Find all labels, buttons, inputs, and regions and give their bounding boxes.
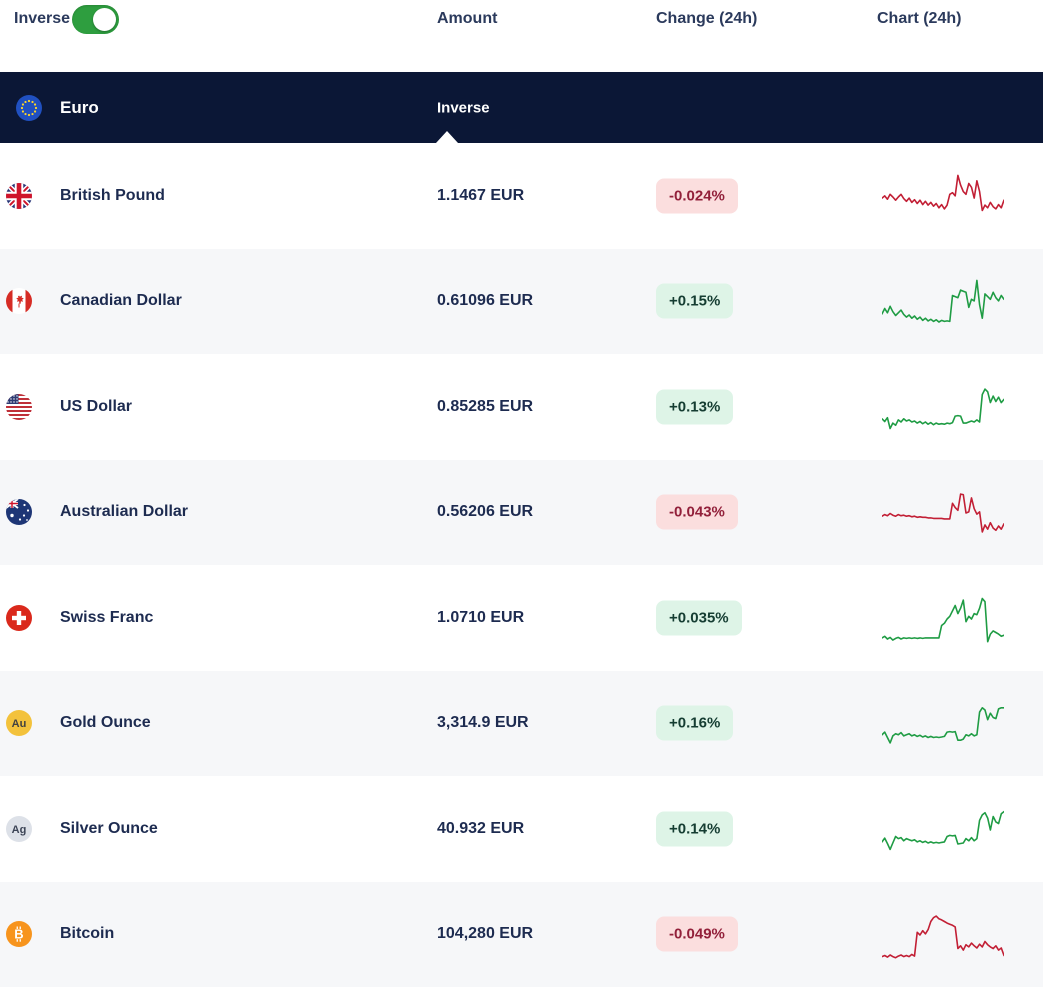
column-header-amount: Amount [437, 10, 497, 28]
table-header-bar: Inverse Amount Change (24h) Chart (24h) [0, 0, 1043, 72]
change-badge: -0.024% [656, 178, 738, 213]
ca-flag-icon [6, 288, 32, 314]
base-currency-header: Euro Inverse [0, 72, 1043, 143]
inverse-toggle[interactable] [72, 5, 119, 34]
sparkline-chart [882, 902, 1004, 966]
svg-text:Ag: Ag [12, 824, 27, 836]
currency-name: Bitcoin [60, 925, 114, 943]
eu-flag-icon [16, 95, 42, 121]
gb-flag-icon [6, 183, 32, 209]
amount-value: 3,314.9 EUR [437, 714, 529, 732]
silver-icon: Ag [6, 816, 32, 842]
currency-name: Australian Dollar [60, 503, 188, 521]
change-badge: +0.15% [656, 284, 733, 319]
change-badge: -0.043% [656, 495, 738, 530]
change-badge: +0.035% [656, 600, 742, 635]
currency-row[interactable]: Swiss Franc 1.0710 EUR +0.035% [0, 565, 1043, 671]
currency-name: Swiss Franc [60, 609, 153, 627]
svg-text:B: B [14, 927, 23, 942]
amount-value: 0.61096 EUR [437, 292, 533, 310]
currency-name: Gold Ounce [60, 714, 151, 732]
selected-column-notch [436, 131, 458, 143]
bitcoin-icon: B [6, 921, 32, 947]
us-flag-icon [6, 394, 32, 420]
column-header-chart: Chart (24h) [877, 10, 961, 28]
currency-name: Canadian Dollar [60, 292, 182, 310]
currency-rows: British Pound 1.1467 EUR -0.024% Canadia… [0, 143, 1043, 987]
currency-row[interactable]: B Bitcoin 104,280 EUR -0.049% [0, 882, 1043, 987]
sparkline-chart [882, 480, 1004, 544]
sparkline-chart [882, 797, 1004, 861]
currency-row[interactable]: Au Gold Ounce 3,314.9 EUR +0.16% [0, 671, 1043, 777]
amount-value: 104,280 EUR [437, 925, 533, 943]
currency-row[interactable]: Canadian Dollar 0.61096 EUR +0.15% [0, 249, 1043, 355]
amount-value: 1.1467 EUR [437, 187, 524, 205]
base-currency-name: Euro [60, 98, 99, 118]
sparkline-chart [882, 586, 1004, 650]
sparkline-chart [882, 691, 1004, 755]
currency-row[interactable]: Australian Dollar 0.56206 EUR -0.043% [0, 460, 1043, 566]
currency-name: US Dollar [60, 398, 132, 416]
toggle-knob [93, 8, 116, 31]
currency-name: Silver Ounce [60, 820, 158, 838]
au-flag-icon [6, 499, 32, 525]
sparkline-chart [882, 375, 1004, 439]
change-badge: -0.049% [656, 917, 738, 952]
inverse-toggle-label: Inverse [14, 10, 70, 28]
column-header-change: Change (24h) [656, 10, 757, 28]
amount-value: 0.56206 EUR [437, 503, 533, 521]
amount-value: 0.85285 EUR [437, 398, 533, 416]
change-badge: +0.13% [656, 389, 733, 424]
base-column-value: Inverse [437, 99, 490, 116]
exchange-rates-widget: Inverse Amount Change (24h) Chart (24h) … [0, 0, 1043, 966]
amount-value: 1.0710 EUR [437, 609, 524, 627]
currency-row[interactable]: British Pound 1.1467 EUR -0.024% [0, 143, 1043, 249]
gold-icon: Au [6, 710, 32, 736]
amount-value: 40.932 EUR [437, 820, 524, 838]
currency-row[interactable]: Ag Silver Ounce 40.932 EUR +0.14% [0, 776, 1043, 882]
sparkline-chart [882, 269, 1004, 333]
sparkline-chart [882, 164, 1004, 228]
svg-text:Au: Au [12, 718, 27, 730]
ch-flag-icon [6, 605, 32, 631]
currency-name: British Pound [60, 187, 165, 205]
currency-row[interactable]: US Dollar 0.85285 EUR +0.13% [0, 354, 1043, 460]
change-badge: +0.16% [656, 706, 733, 741]
change-badge: +0.14% [656, 811, 733, 846]
